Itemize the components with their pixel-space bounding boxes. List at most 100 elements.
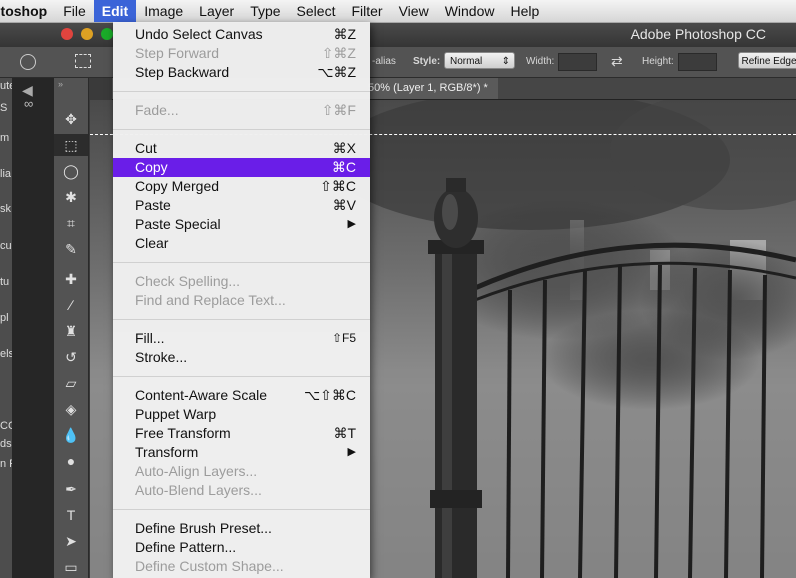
menu-item-label: Define Pattern... bbox=[135, 539, 237, 555]
rectangle-tool-icon[interactable]: ▭ bbox=[54, 556, 88, 578]
menu-item-stroke[interactable]: Stroke... bbox=[113, 348, 370, 367]
menu-item-undo[interactable]: Undo Select Canvas ⌘Z bbox=[113, 25, 370, 44]
menu-item-shortcut: ⌥⇧⌘C bbox=[304, 387, 356, 403]
height-label: Height: bbox=[642, 56, 674, 67]
select-arrows-icon: ⇕ bbox=[501, 56, 510, 67]
menu-item-fade[interactable]: Fade... ⇧⌘F bbox=[113, 101, 370, 120]
menu-item-label: Step Forward bbox=[135, 45, 220, 61]
path-selection-tool-icon[interactable]: ➤ bbox=[54, 530, 88, 552]
menu-separator bbox=[113, 262, 370, 263]
clone-stamp-tool-icon[interactable]: ♜ bbox=[54, 320, 88, 342]
menu-item-label: Auto-Blend Layers... bbox=[135, 482, 262, 498]
menu-item-free-transform[interactable]: Free Transform ⌘T bbox=[113, 424, 370, 443]
menu-item-label: Paste Special bbox=[135, 216, 221, 232]
magic-wand-tool-icon[interactable]: ✱ bbox=[54, 186, 88, 208]
glasses-icon[interactable]: ∞ bbox=[24, 96, 33, 111]
lasso-tool-icon[interactable]: ◯ bbox=[54, 160, 88, 182]
menu-item-label: Define Custom Shape... bbox=[135, 558, 284, 574]
menu-item-shortcut: ⇧⌘F bbox=[321, 102, 356, 118]
history-brush-tool-icon[interactable]: ↺ bbox=[54, 346, 88, 368]
menu-item-content-aware-scale[interactable]: Content-Aware Scale ⌥⇧⌘C bbox=[113, 386, 370, 405]
menu-filter[interactable]: Filter bbox=[343, 0, 390, 22]
menu-item-label: Free Transform bbox=[135, 425, 231, 441]
healing-brush-tool-icon[interactable]: ✚ bbox=[54, 268, 88, 290]
menu-item-check-spelling[interactable]: Check Spelling... bbox=[113, 272, 370, 291]
refine-edge-button[interactable]: Refine Edge bbox=[738, 52, 796, 69]
menu-type[interactable]: Type bbox=[242, 0, 288, 22]
menu-item-fill[interactable]: Fill... ⇧F5 bbox=[113, 329, 370, 348]
menu-item-copy[interactable]: Copy ⌘C bbox=[113, 158, 370, 177]
menu-select[interactable]: Select bbox=[289, 0, 344, 22]
height-input[interactable] bbox=[678, 53, 717, 71]
dodge-tool-icon[interactable]: ● bbox=[54, 450, 88, 472]
menu-item-cut[interactable]: Cut ⌘X bbox=[113, 139, 370, 158]
menu-item-puppet-warp[interactable]: Puppet Warp bbox=[113, 405, 370, 424]
menu-view[interactable]: View bbox=[391, 0, 437, 22]
type-tool-icon[interactable]: T bbox=[54, 504, 88, 526]
swap-dimensions-icon[interactable]: ⇄ bbox=[611, 53, 623, 70]
width-input[interactable] bbox=[558, 53, 597, 71]
antialias-label: -alias bbox=[372, 56, 396, 67]
close-window-icon[interactable] bbox=[61, 28, 73, 40]
menu-item-paste-special[interactable]: Paste Special ▶ bbox=[113, 215, 370, 234]
app-menu[interactable]: otoshop bbox=[0, 0, 55, 22]
menu-item-define-custom-shape[interactable]: Define Custom Shape... bbox=[113, 557, 370, 576]
menu-layer[interactable]: Layer bbox=[191, 0, 242, 22]
marquee-tool-icon[interactable]: ⬚ bbox=[54, 134, 88, 156]
menu-item-label: Content-Aware Scale bbox=[135, 387, 268, 403]
menu-item-label: Puppet Warp bbox=[135, 406, 217, 422]
tools-panel: » ✥ ⬚ ◯ ✱ ⌗ ✎ ✚ ∕ ♜ ↺ ▱ ◈ 💧 ● ✒ T ➤ ▭ bbox=[54, 78, 89, 578]
menu-item-shortcut: ⌘V bbox=[332, 197, 356, 213]
window-title: Adobe Photoshop CC bbox=[630, 26, 766, 42]
menu-window[interactable]: Window bbox=[437, 0, 503, 22]
menu-item-auto-align[interactable]: Auto-Align Layers... bbox=[113, 462, 370, 481]
menu-item-label: Stroke... bbox=[135, 349, 188, 365]
menu-item-label: Fill... bbox=[135, 330, 165, 346]
menu-item-shortcut: ⌘Z bbox=[333, 26, 356, 42]
menu-item-define-brush[interactable]: Define Brush Preset... bbox=[113, 519, 370, 538]
menu-item-clear[interactable]: Clear bbox=[113, 234, 370, 253]
panel-circle-icon[interactable] bbox=[20, 54, 36, 70]
menu-item-copy-merged[interactable]: Copy Merged ⇧⌘C bbox=[113, 177, 370, 196]
menu-item-label: Step Backward bbox=[135, 64, 230, 80]
menu-help[interactable]: Help bbox=[502, 0, 547, 22]
pen-tool-icon[interactable]: ✒ bbox=[54, 478, 88, 500]
menu-item-label: Paste bbox=[135, 197, 171, 213]
width-label: Width: bbox=[526, 56, 555, 67]
menu-item-shortcut: ⇧⌘C bbox=[320, 178, 356, 194]
menu-separator bbox=[113, 91, 370, 92]
marquee-preset-icon[interactable] bbox=[75, 54, 91, 68]
zoom-window-icon[interactable] bbox=[101, 28, 113, 40]
menu-item-paste[interactable]: Paste ⌘V bbox=[113, 196, 370, 215]
menu-separator bbox=[113, 509, 370, 510]
move-tool-icon[interactable]: ✥ bbox=[54, 108, 88, 130]
crop-tool-icon[interactable]: ⌗ bbox=[54, 212, 88, 234]
eraser-tool-icon[interactable]: ▱ bbox=[54, 372, 88, 394]
minimize-window-icon[interactable] bbox=[81, 28, 93, 40]
menu-item-shortcut: ⇧F5 bbox=[331, 331, 356, 345]
blur-tool-icon[interactable]: 💧 bbox=[54, 424, 88, 446]
style-select[interactable]: Normal ⇕ bbox=[444, 52, 515, 69]
menu-item-transform[interactable]: Transform ▶ bbox=[113, 443, 370, 462]
collapse-panel-icon[interactable]: » bbox=[58, 79, 63, 89]
menu-item-shortcut: ⌥⌘Z bbox=[317, 64, 356, 80]
menu-image[interactable]: Image bbox=[136, 0, 191, 22]
menu-file[interactable]: File bbox=[55, 0, 94, 22]
menu-item-label: Copy bbox=[135, 159, 168, 175]
menu-item-label: Cut bbox=[135, 140, 157, 156]
menu-separator bbox=[113, 129, 370, 130]
menu-item-label: Clear bbox=[135, 235, 169, 251]
menu-item-step-backward[interactable]: Step Backward ⌥⌘Z bbox=[113, 63, 370, 82]
menu-edit[interactable]: Edit bbox=[93, 0, 137, 22]
eyedropper-tool-icon[interactable]: ✎ bbox=[54, 238, 88, 260]
menu-item-shortcut: ⌘T bbox=[333, 425, 356, 441]
menu-item-define-pattern[interactable]: Define Pattern... bbox=[113, 538, 370, 557]
menu-item-step-forward[interactable]: Step Forward ⇧⌘Z bbox=[113, 44, 370, 63]
menu-separator bbox=[113, 319, 370, 320]
menu-item-auto-blend[interactable]: Auto-Blend Layers... bbox=[113, 481, 370, 500]
paint-bucket-tool-icon[interactable]: ◈ bbox=[54, 398, 88, 420]
menu-item-label: Define Brush Preset... bbox=[135, 520, 272, 536]
menu-item-find-replace[interactable]: Find and Replace Text... bbox=[113, 291, 370, 310]
brush-tool-icon[interactable]: ∕ bbox=[54, 294, 88, 316]
menu-item-label: Auto-Align Layers... bbox=[135, 463, 258, 479]
